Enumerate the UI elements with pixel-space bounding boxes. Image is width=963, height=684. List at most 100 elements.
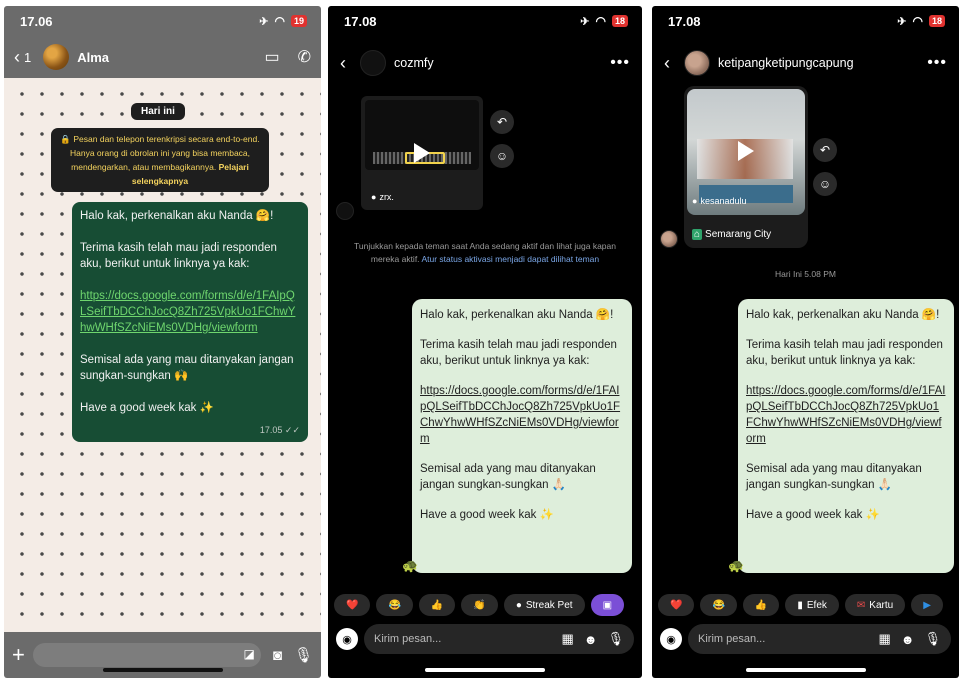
message-input[interactable]: ◪ [32,643,261,667]
airplane-icon: ✈ [580,15,590,28]
chat-body[interactable]: Hari ini 🔒 Pesan dan telepon terenkripsi… [4,78,321,632]
back-icon[interactable]: ‹ [340,53,346,74]
shared-reel[interactable]: ● zrx. [361,96,483,210]
form-link[interactable]: https://docs.google.com/forms/d/e/1FAIpQ… [746,383,946,447]
status-icons: ✈ ◠ 19 [259,14,307,28]
clap-reaction[interactable]: 👏 [461,594,498,616]
unread-count[interactable]: 1 [24,50,31,65]
react-icon[interactable]: ☺ [490,144,514,168]
heart-reaction[interactable]: ❤️ [334,594,371,616]
sender-avatar [660,230,678,248]
laugh-reaction[interactable]: 😂 [376,594,413,616]
message-closing: Have a good week kak ✨ [80,402,214,414]
form-link[interactable]: https://docs.google.com/forms/d/e/1FAIpQ… [80,288,300,336]
message-thanks: Terima kasih telah mau jadi responden ak… [746,339,943,367]
video-call-icon[interactable]: ▭ [264,47,279,67]
form-link[interactable]: https://docs.google.com/forms/d/e/1FAIpQ… [420,383,624,447]
message-greeting: Halo kak, perkenalkan aku Nanda 🤗! [80,210,274,222]
sender-avatar [336,202,354,220]
wifi-icon: ◠ [595,14,606,28]
airplane-icon: ✈ [897,15,907,28]
quick-reactions: ❤️ 😂 👍 ▮ Efek ✉ Kartu ▶ [658,594,959,616]
back-icon[interactable]: ‹ [14,47,20,68]
camera-icon[interactable]: ◉ [336,628,358,650]
message-bubble[interactable]: Halo kak, perkenalkan aku Nanda 🤗! Terim… [738,299,954,573]
pet-icon: ● [515,599,522,611]
more-chip[interactable]: ▣ [590,594,625,616]
more-chip[interactable]: ▶ [911,594,943,616]
home-indicator [745,668,866,672]
status-bar: 17.06 ✈ ◠ 19 [4,6,321,36]
message-input[interactable]: Kirim pesan... ▦ ☻ 🎙 [364,624,634,654]
heart-reaction[interactable]: ❤️ [658,594,695,616]
message-time: 17.05 ✓✓ [259,425,300,435]
camera-icon[interactable]: ◙ [273,647,282,664]
card-icon: ✉ [856,599,866,611]
status-icons: ✈ ◠ 18 [580,14,628,28]
airplane-icon: ✈ [259,15,269,28]
input-placeholder: Kirim pesan... [698,633,766,645]
mic-icon[interactable]: 🎙 [924,631,941,647]
phone-icon[interactable]: ✆ [298,47,311,67]
message-ask: Semisal ada yang mau ditanyakan jangan s… [746,463,922,491]
contact-name[interactable]: Alma [77,50,246,65]
status-time: 17.08 [668,13,701,29]
status-bar: 17.08 ✈ ◠ 18 [652,6,959,36]
reply-icon[interactable]: ↶ [490,110,514,134]
gallery-icon[interactable]: ▦ [879,631,891,647]
chat-header: ‹ 1 Alma ▭ ✆ [4,36,321,78]
reel-avatar-icon: ● [692,196,698,206]
status-icons: ✈ ◠ 18 [897,14,945,28]
sticker-icon[interactable]: ☻ [584,632,598,647]
thumbs-up-reaction[interactable]: 👍 [742,594,780,616]
shared-reel[interactable]: ● kesanadulu ⌂ Semarang City [684,86,808,248]
day-label: Hari ini [131,103,185,120]
dm-header: ‹ cozmfy ••• [328,46,642,80]
avatar[interactable] [43,44,70,70]
wifi-icon: ◠ [912,14,923,28]
effects-chip[interactable]: ▮ Efek [785,594,839,616]
lock-icon: 🔒 [60,134,74,144]
camera-icon[interactable]: ◉ [660,628,682,650]
reply-icon[interactable]: ↶ [813,138,837,162]
mic-icon[interactable]: 🎙 [294,646,313,664]
message-thanks: Terima kasih telah mau jadi responden ak… [420,339,617,367]
username[interactable]: cozmfy [394,56,610,70]
effects-icon: ▮ [797,599,803,611]
react-icon[interactable]: ☺ [813,172,837,196]
avatar[interactable] [360,50,386,76]
thumbs-up-reaction[interactable]: 👍 [418,594,456,616]
play-icon[interactable] [738,140,754,161]
turtle-reaction-icon: 🐢 [402,558,419,573]
more-icon[interactable]: ••• [610,54,630,72]
message-bubble[interactable]: Halo kak, perkenalkan aku Nanda 🤗! Terim… [72,202,308,442]
dm-header: ‹ ketipangketipungcapung ••• [652,46,959,80]
home-indicator [102,668,223,672]
instagram-dm-screen-2: 17.08 ✈ ◠ 18 ‹ ketipangketipungcapung ••… [652,6,959,678]
message-thanks: Terima kasih telah mau jadi responden ak… [80,242,277,270]
battery-badge: 18 [928,15,945,27]
play-icon[interactable] [414,143,430,163]
message-bubble[interactable]: Halo kak, perkenalkan aku Nanda 🤗! Terim… [412,299,632,573]
card-chip[interactable]: ✉ Kartu [844,594,906,616]
more-icon[interactable]: ••• [927,54,947,72]
username[interactable]: ketipangketipungcapung [718,56,927,70]
sticker-icon[interactable]: ◪ [244,647,255,661]
streak-pet-chip[interactable]: ● Streak Pet [503,594,585,616]
back-icon[interactable]: ‹ [664,53,670,74]
encryption-notice[interactable]: 🔒 Pesan dan telepon terenkripsi secara e… [51,128,269,192]
play-box-icon: ▶ [923,599,931,611]
activity-settings-link[interactable]: Atur status aktivasi menjadi dapat dilih… [421,254,599,264]
message-ask: Semisal ada yang mau ditanyakan jangan s… [80,354,294,382]
avatar[interactable] [684,50,710,76]
sticker-icon[interactable]: ☻ [901,632,915,647]
instagram-dm-screen-1: 17.08 ✈ ◠ 18 ‹ cozmfy ••• ● zrx. ↶ ☺ Tun… [328,6,642,678]
mic-icon[interactable]: 🎙 [607,631,624,647]
reel-avatar-icon: ● [371,192,377,202]
laugh-reaction[interactable]: 😂 [700,594,737,616]
plus-icon[interactable]: + [12,642,25,668]
location-tag[interactable]: ⌂ Semarang City [692,229,771,240]
activity-hint: Tunjukkan kepada teman saat Anda sedang … [348,240,622,266]
message-input[interactable]: Kirim pesan... ▦ ☻ 🎙 [688,624,951,654]
gallery-icon[interactable]: ▦ [562,631,574,647]
